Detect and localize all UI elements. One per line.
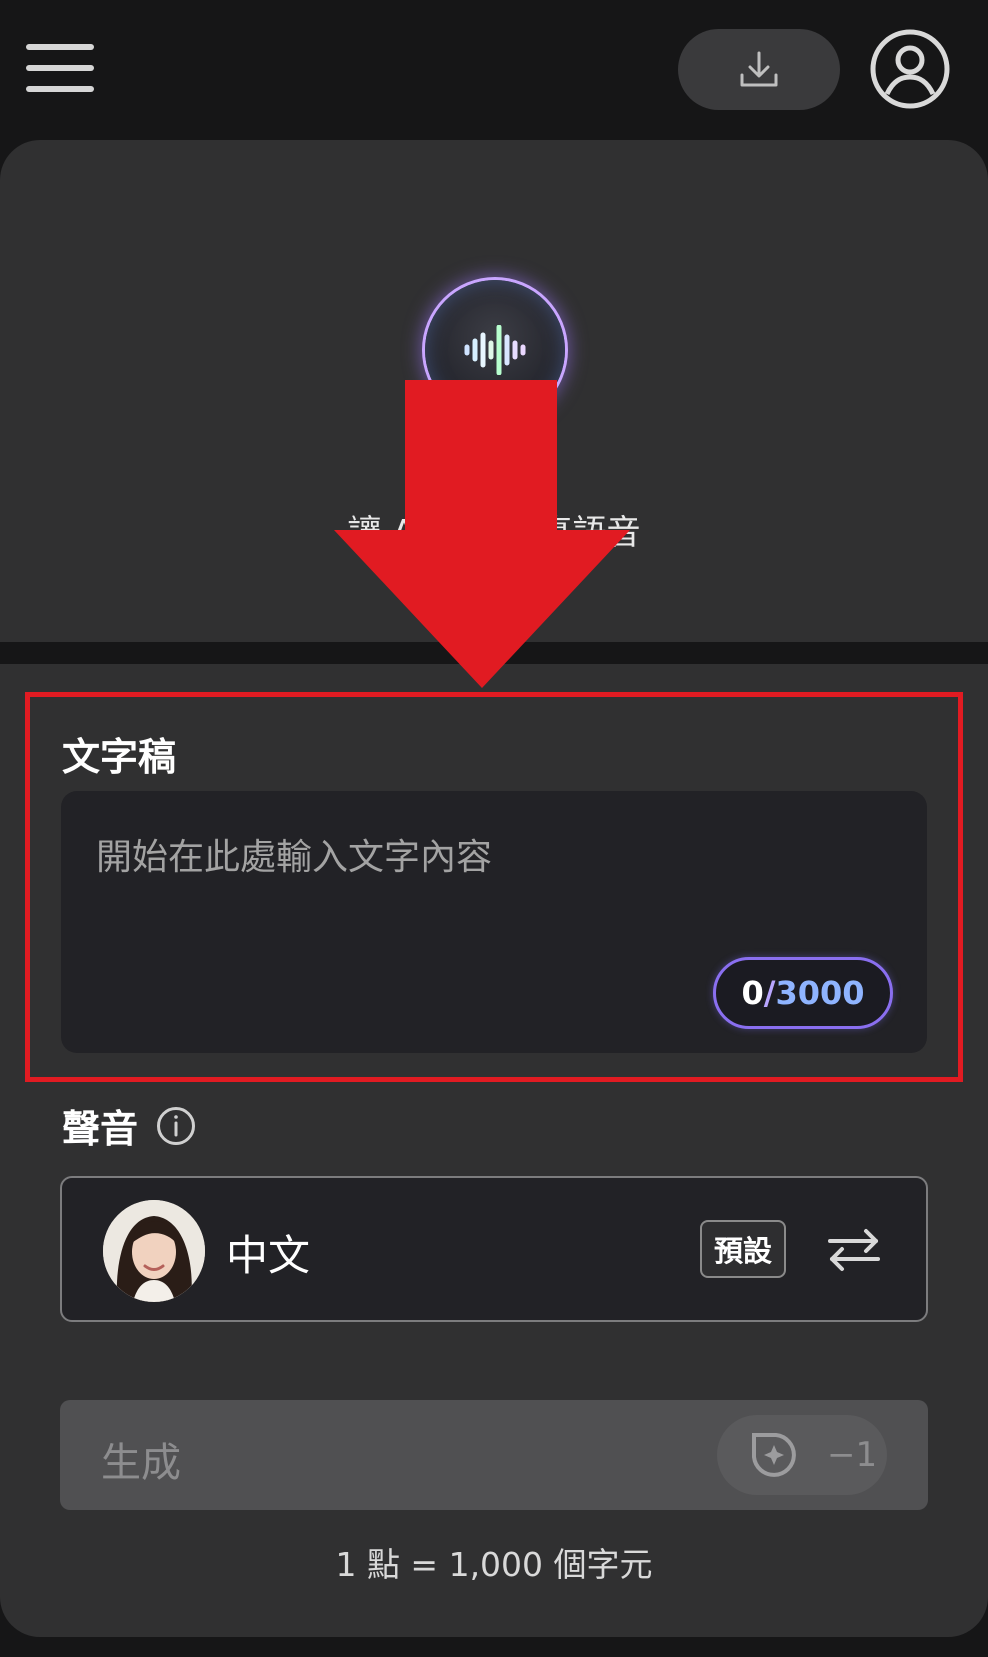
swap-voice-button[interactable] (824, 1222, 884, 1278)
cost-value: −1 (827, 1435, 878, 1475)
highlight-box (25, 692, 963, 1082)
info-icon[interactable] (156, 1106, 196, 1146)
hamburger-menu-icon[interactable] (26, 44, 94, 92)
sound-wave-icon (464, 325, 526, 375)
hero-section: 讓 AI 生成逼真語音 (0, 140, 988, 642)
generate-label: 生成 (101, 1440, 181, 1486)
credit-note: 1 點 = 1,000 個字元 (335, 1545, 653, 1584)
voice-selector[interactable]: 中文 預設 (60, 1176, 928, 1322)
voice-name: 中文 (226, 1231, 311, 1280)
voice-avatar (103, 1200, 205, 1302)
default-badge: 預設 (700, 1220, 786, 1278)
top-bar (0, 0, 988, 140)
cost-pill: −1 (717, 1415, 887, 1495)
swap-arrows-icon (828, 1229, 880, 1271)
text-to-speech-card: 讓 AI 生成逼真語音 文字稿 0/3000 聲音 (0, 140, 988, 1637)
generate-button[interactable]: 生成 −1 (60, 1400, 928, 1510)
download-icon (740, 51, 778, 86)
profile-button[interactable] (869, 28, 951, 110)
user-profile-icon (870, 29, 950, 109)
voice-header: 聲音 (62, 1098, 196, 1153)
form-section: 文字稿 0/3000 聲音 (0, 664, 988, 1637)
download-button[interactable] (678, 29, 840, 110)
voice-title: 聲音 (62, 1107, 139, 1151)
credit-coin-icon (747, 1428, 801, 1482)
section-divider (0, 642, 988, 664)
hero-text: 讓 AI 生成逼真語音 (347, 513, 641, 553)
voice-orb (425, 280, 565, 420)
